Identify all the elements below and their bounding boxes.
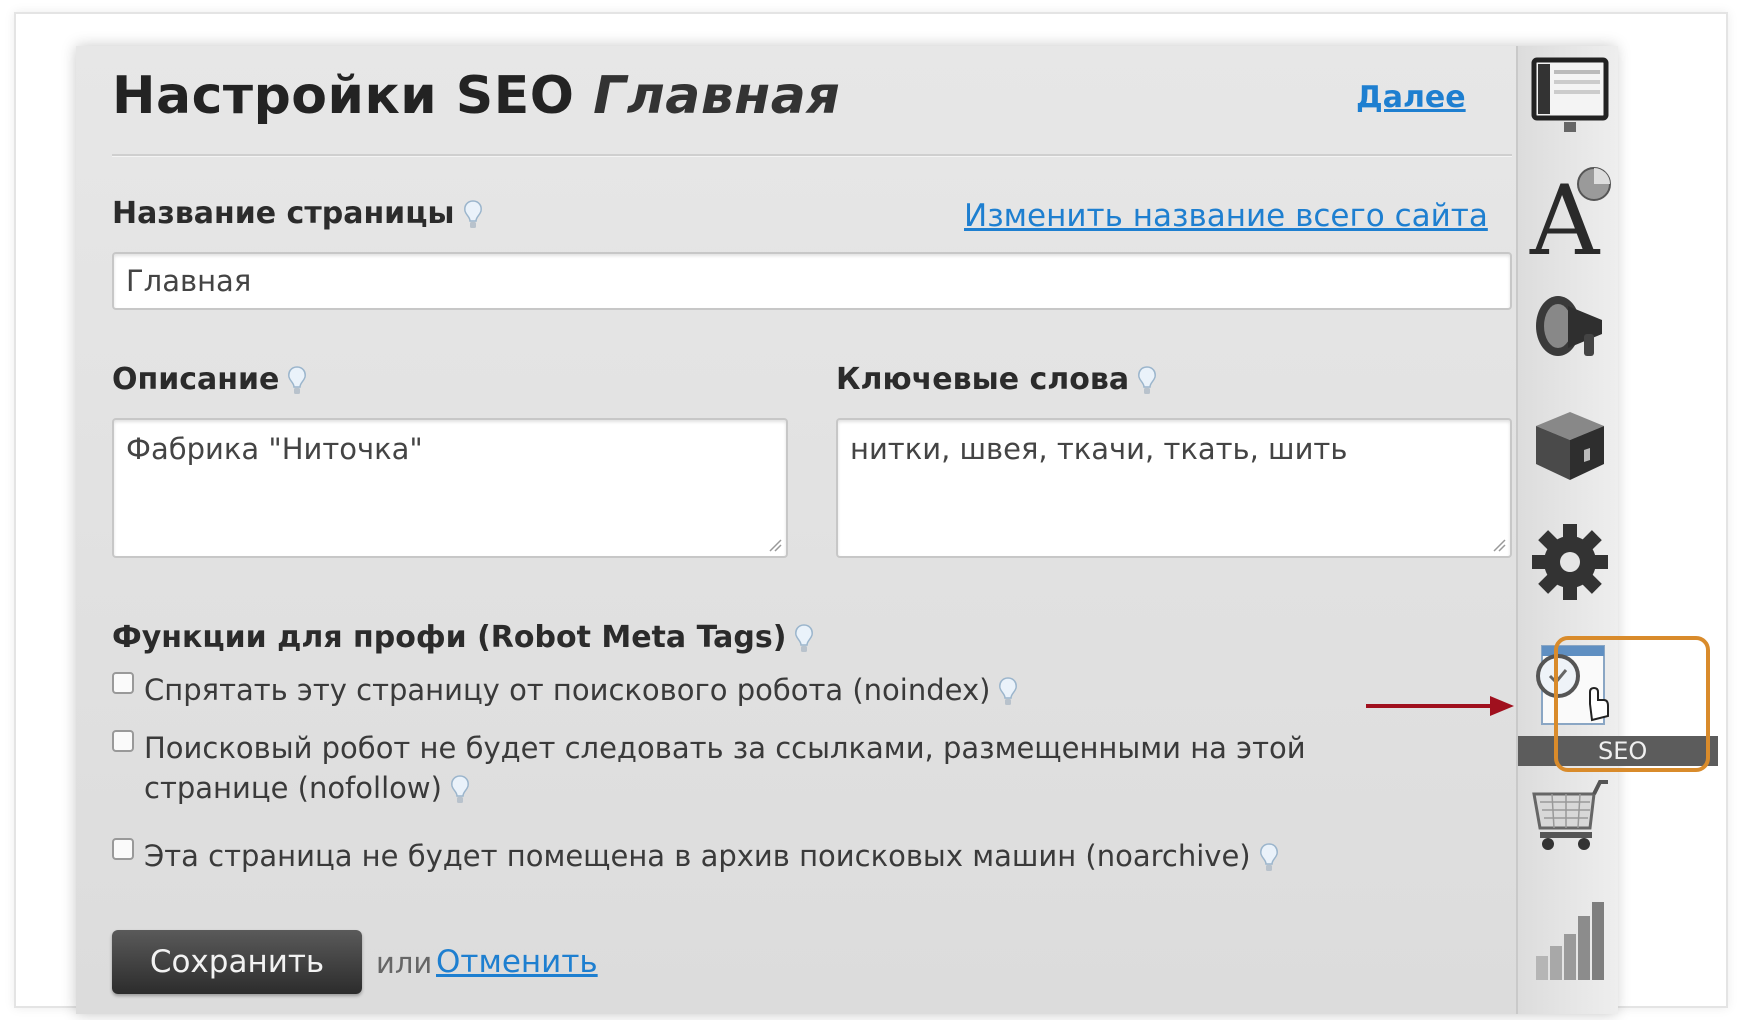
sidebar-item-settings[interactable] bbox=[1518, 512, 1618, 612]
hint-bulb-icon[interactable] bbox=[794, 623, 814, 655]
or-text: или bbox=[376, 946, 433, 980]
page-title: Настройки SEO Главная bbox=[112, 66, 840, 126]
noindex-label: Спрятать эту страницу от поискового робо… bbox=[144, 673, 991, 707]
box-icon bbox=[1536, 412, 1604, 480]
hint-bulb-icon[interactable] bbox=[1259, 842, 1279, 874]
nofollow-text: Поисковый робот не будет следовать за сс… bbox=[144, 728, 1324, 808]
keywords-value: нитки, швея, ткачи, ткать, шить bbox=[850, 432, 1348, 466]
stats-icon bbox=[1536, 902, 1604, 980]
noarchive-text: Эта страница не будет помещена в архив п… bbox=[144, 836, 1324, 876]
nofollow-label: Поисковый робот не будет следовать за сс… bbox=[144, 731, 1306, 805]
description-textarea[interactable]: Фабрика "Ниточка" bbox=[112, 418, 788, 558]
tools-sidebar: A SEO bbox=[1516, 46, 1718, 1014]
robot-meta-label: Функции для профи (Robot Meta Tags) bbox=[112, 620, 814, 655]
sidebar-item-layout[interactable] bbox=[1518, 46, 1618, 146]
sidebar-item-fonts[interactable]: A bbox=[1518, 154, 1618, 262]
title-page-name: Главная bbox=[593, 66, 841, 126]
sidebar-item-store[interactable] bbox=[1518, 768, 1618, 868]
sidebar-item-apps[interactable] bbox=[1518, 394, 1618, 494]
noindex-checkbox[interactable] bbox=[112, 672, 134, 694]
change-site-name-link[interactable]: Изменить название всего сайта bbox=[964, 198, 1488, 234]
page-name-input[interactable] bbox=[112, 252, 1512, 310]
page-name-label-text: Название страницы bbox=[112, 196, 455, 231]
sidebar-item-promote[interactable] bbox=[1518, 278, 1618, 378]
nofollow-checkbox[interactable] bbox=[112, 730, 134, 752]
keywords-label-text: Ключевые слова bbox=[836, 362, 1130, 397]
hint-bulb-icon[interactable] bbox=[450, 774, 470, 806]
seo-highlight-frame bbox=[1554, 636, 1710, 772]
save-button[interactable]: Сохранить bbox=[112, 930, 362, 994]
next-link[interactable]: Далее bbox=[1356, 80, 1466, 115]
resize-handle-icon[interactable] bbox=[1492, 538, 1506, 552]
gear-icon bbox=[1532, 524, 1608, 600]
title-divider bbox=[112, 154, 1512, 157]
keywords-textarea[interactable]: нитки, швея, ткачи, ткать, шить bbox=[836, 418, 1512, 558]
cart-icon bbox=[1532, 780, 1608, 850]
main-content: Настройки SEO Главная Далее Название стр… bbox=[76, 46, 1516, 1014]
title-text: Настройки SEO bbox=[112, 66, 575, 126]
hint-bulb-icon[interactable] bbox=[1137, 365, 1157, 397]
keywords-label: Ключевые слова bbox=[836, 362, 1157, 397]
megaphone-icon bbox=[1536, 296, 1602, 356]
sidebar-item-stats[interactable] bbox=[1518, 886, 1618, 986]
pointer-arrow-icon bbox=[1366, 696, 1514, 716]
resize-handle-icon[interactable] bbox=[768, 538, 782, 552]
noindex-text: Спрятать эту страницу от поискового робо… bbox=[144, 670, 1324, 710]
noarchive-checkbox[interactable] bbox=[112, 838, 134, 860]
hint-bulb-icon[interactable] bbox=[463, 199, 483, 231]
hint-bulb-icon[interactable] bbox=[998, 676, 1018, 708]
seo-settings-panel: Настройки SEO Главная Далее Название стр… bbox=[76, 46, 1718, 1014]
robot-meta-label-text: Функции для профи (Robot Meta Tags) bbox=[112, 620, 787, 655]
cancel-link[interactable]: Отменить bbox=[436, 944, 598, 980]
description-value: Фабрика "Ниточка" bbox=[126, 432, 423, 466]
noarchive-label: Эта страница не будет помещена в архив п… bbox=[144, 839, 1251, 873]
description-label-text: Описание bbox=[112, 362, 280, 397]
hint-bulb-icon[interactable] bbox=[287, 365, 307, 397]
font-icon: A bbox=[1529, 165, 1611, 262]
description-label: Описание bbox=[112, 362, 307, 397]
screenshot-frame: Настройки SEO Главная Далее Название стр… bbox=[14, 12, 1728, 1014]
layout-icon bbox=[1531, 57, 1609, 132]
page-name-label: Название страницы bbox=[112, 196, 483, 231]
